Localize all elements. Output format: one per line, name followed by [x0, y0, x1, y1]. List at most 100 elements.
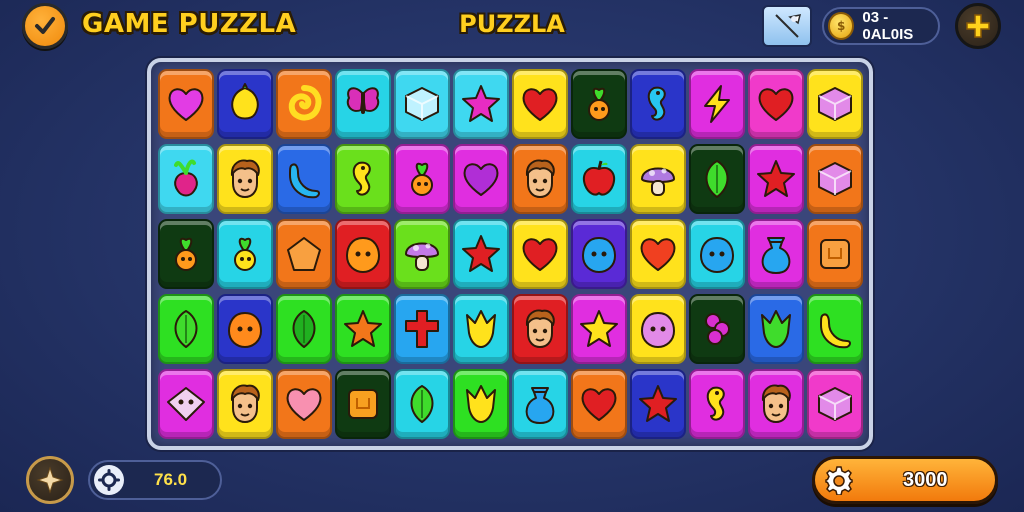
- tile-seahorse[interactable]: [689, 369, 745, 439]
- tile-gem[interactable]: [158, 369, 214, 439]
- tile-apple[interactable]: [571, 144, 627, 214]
- tile-star[interactable]: [748, 144, 804, 214]
- star-icon: [344, 310, 382, 347]
- leaf-icon: [410, 385, 434, 423]
- blob-icon: [700, 237, 734, 273]
- tile-plant[interactable]: [571, 69, 627, 139]
- cube-icon: [818, 162, 852, 196]
- tile-blob[interactable]: [571, 219, 627, 289]
- tile-leaf[interactable]: [394, 369, 450, 439]
- tile-banana[interactable]: [807, 294, 863, 364]
- swirl-icon: [288, 85, 322, 121]
- gem-icon: [167, 387, 205, 421]
- tile-mushroom[interactable]: [394, 219, 450, 289]
- blob-icon: [228, 312, 262, 348]
- tile-face[interactable]: [512, 144, 568, 214]
- tile-face[interactable]: [217, 369, 273, 439]
- tile-blob[interactable]: [630, 294, 686, 364]
- blob-icon: [346, 237, 380, 273]
- pentagon-icon: [287, 237, 321, 271]
- coin-icon: $: [828, 12, 855, 40]
- tile-heart[interactable]: [571, 369, 627, 439]
- tile-heart[interactable]: [276, 369, 332, 439]
- plant-icon: [234, 237, 256, 271]
- menu-button[interactable]: [26, 456, 74, 504]
- tile-heart[interactable]: [512, 69, 568, 139]
- gear-icon: [823, 464, 855, 496]
- tile-heart[interactable]: [512, 219, 568, 289]
- tile-lemon[interactable]: [217, 69, 273, 139]
- star-icon: [462, 235, 500, 272]
- face-icon: [230, 384, 260, 423]
- plant-icon: [175, 237, 197, 271]
- tile-cross[interactable]: [394, 294, 450, 364]
- tile-blob[interactable]: [217, 294, 273, 364]
- tile-banana[interactable]: [276, 144, 332, 214]
- flag-icon: [775, 14, 802, 38]
- add-coins-button[interactable]: [955, 3, 1001, 49]
- seahorse-icon: [706, 386, 725, 421]
- tile-star[interactable]: [453, 69, 509, 139]
- tile-leaf[interactable]: [689, 144, 745, 214]
- square-icon: [348, 389, 378, 419]
- tile-blob[interactable]: [689, 219, 745, 289]
- tile-face[interactable]: [748, 369, 804, 439]
- butterfly-icon: [346, 87, 380, 114]
- tile-seahorse[interactable]: [630, 69, 686, 139]
- plus-icon: [966, 14, 990, 38]
- tile-face[interactable]: [512, 294, 568, 364]
- tile-star[interactable]: [453, 219, 509, 289]
- tile-leaf[interactable]: [276, 294, 332, 364]
- tile-radish[interactable]: [158, 144, 214, 214]
- sparkle-icon: [36, 466, 64, 494]
- tile-plant[interactable]: [394, 144, 450, 214]
- heart-icon: [758, 88, 794, 121]
- tile-cube[interactable]: [394, 69, 450, 139]
- tile-pentagon[interactable]: [276, 219, 332, 289]
- tile-heart[interactable]: [453, 144, 509, 214]
- tile-tulip[interactable]: [453, 369, 509, 439]
- tile-bag[interactable]: [512, 369, 568, 439]
- tile-mushroom[interactable]: [630, 144, 686, 214]
- tile-heart[interactable]: [630, 219, 686, 289]
- tile-heart[interactable]: [748, 69, 804, 139]
- face-icon: [761, 384, 791, 423]
- tulip-icon: [761, 310, 791, 348]
- tile-tulip[interactable]: [748, 294, 804, 364]
- banana-icon: [820, 313, 851, 349]
- tile-heart[interactable]: [158, 69, 214, 139]
- tile-butterfly[interactable]: [335, 69, 391, 139]
- flag-button[interactable]: [762, 5, 812, 47]
- tile-star[interactable]: [335, 294, 391, 364]
- banana-icon: [289, 163, 320, 199]
- cube-icon: [818, 87, 852, 121]
- tile-face[interactable]: [217, 144, 273, 214]
- star-icon: [757, 160, 795, 197]
- action-button[interactable]: 3000: [812, 456, 998, 504]
- tile-bolt[interactable]: [689, 69, 745, 139]
- tile-square[interactable]: [335, 369, 391, 439]
- tile-swirl[interactable]: [276, 69, 332, 139]
- seahorse-icon: [352, 161, 371, 196]
- tile-plant[interactable]: [158, 219, 214, 289]
- tile-cube[interactable]: [807, 144, 863, 214]
- tile-cube[interactable]: [807, 69, 863, 139]
- tile-star[interactable]: [571, 294, 627, 364]
- tile-grid: [158, 69, 863, 439]
- tile-square[interactable]: [807, 219, 863, 289]
- tile-bag[interactable]: [748, 219, 804, 289]
- tile-seahorse[interactable]: [335, 144, 391, 214]
- tile-leaf[interactable]: [158, 294, 214, 364]
- tile-blob[interactable]: [335, 219, 391, 289]
- tile-star[interactable]: [630, 369, 686, 439]
- plant-icon: [588, 87, 610, 121]
- bag-icon: [525, 387, 555, 424]
- tile-cube[interactable]: [807, 369, 863, 439]
- tile-plant[interactable]: [217, 219, 273, 289]
- seahorse-icon: [647, 86, 666, 121]
- tile-tulip[interactable]: [453, 294, 509, 364]
- score-value: 76.0: [154, 470, 188, 489]
- apple-icon: [583, 160, 615, 196]
- tulip-icon: [466, 385, 496, 423]
- tile-grapes[interactable]: [689, 294, 745, 364]
